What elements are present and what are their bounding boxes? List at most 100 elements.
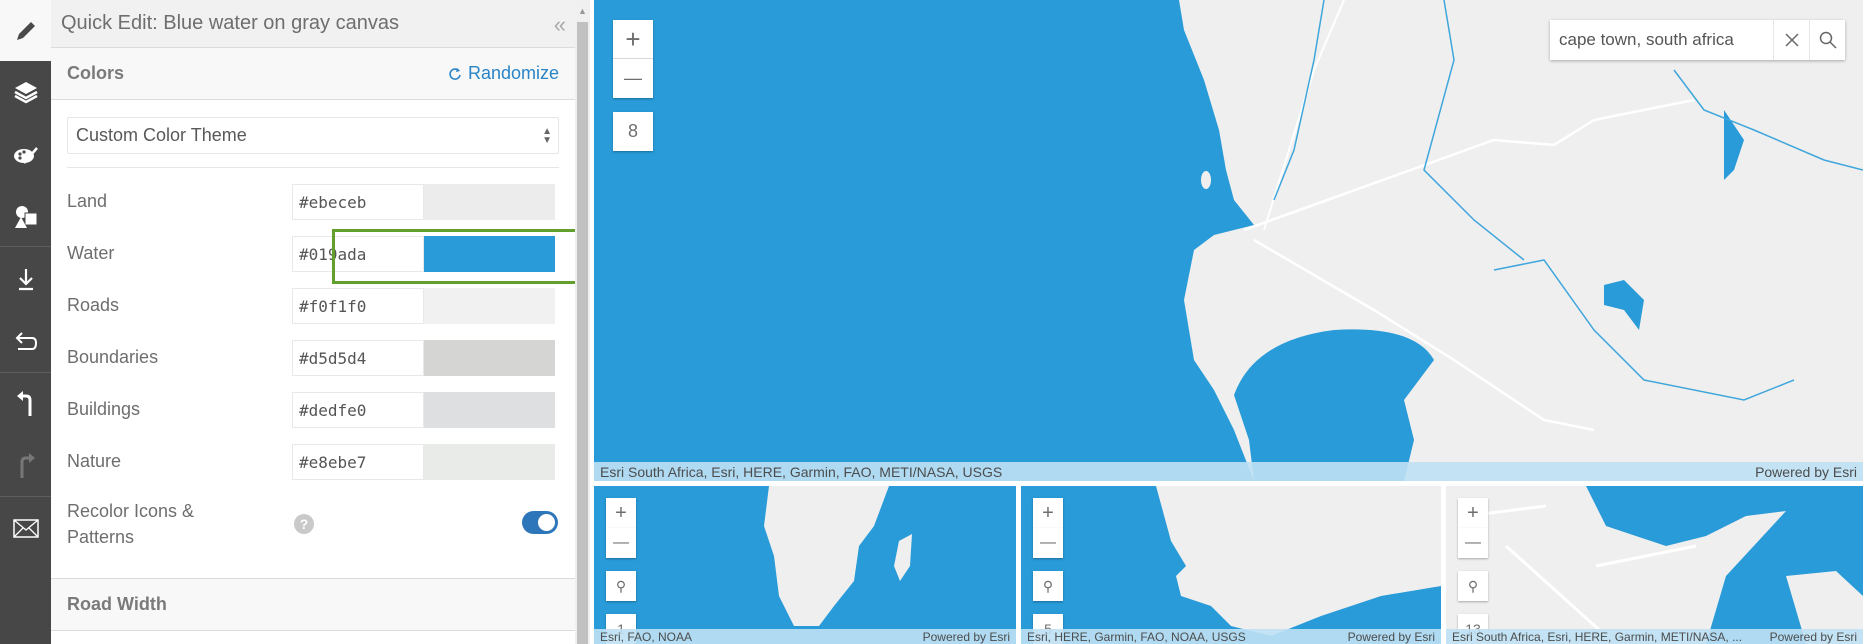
redo-icon xyxy=(20,452,35,478)
color-theme-select[interactable]: Custom Color Theme ▲ ▼ xyxy=(67,117,559,154)
style-tool-button[interactable] xyxy=(0,124,51,185)
clear-search-button[interactable] xyxy=(1773,20,1809,60)
attribution-text: Esri South Africa, Esri, HERE, Garmin, M… xyxy=(1452,629,1743,644)
boundaries-hex-input[interactable]: #d5d5d4 xyxy=(292,340,424,376)
collapse-panel-icon[interactable]: « xyxy=(554,12,566,38)
randomize-button[interactable]: Randomize xyxy=(448,63,559,84)
save-tool-button[interactable] xyxy=(0,248,51,309)
roads-color-swatch[interactable] xyxy=(424,288,555,324)
panel-scrollbar[interactable]: ▲ xyxy=(575,0,590,644)
preview-map-world[interactable]: + — ⚲ 1 Esri, FAO, NOAA Powered by Esri xyxy=(594,486,1016,644)
zoom-out-button[interactable]: — xyxy=(1458,528,1488,558)
attribution-text: Esri, HERE, Garmin, FAO, NOAA, USGS xyxy=(1027,629,1246,644)
preview-map-canvas xyxy=(1446,486,1863,644)
color-row-nature: Nature #e8ebe7 xyxy=(67,442,567,482)
help-icon[interactable]: ? xyxy=(294,514,314,534)
powered-by-esri[interactable]: Powered by Esri xyxy=(1348,630,1435,644)
zoom-out-button[interactable]: — xyxy=(606,528,636,558)
map-attribution: Esri South Africa, Esri, HERE, Garmin, M… xyxy=(1446,629,1863,644)
panel-header: Quick Edit: Blue water on gray canvas « xyxy=(51,0,575,48)
colors-section-label: Colors xyxy=(67,63,125,83)
color-label: Boundaries xyxy=(67,347,159,367)
search-icon xyxy=(1819,31,1837,49)
shapes-tool-button[interactable] xyxy=(0,186,51,247)
scroll-up-arrow-icon[interactable]: ▲ xyxy=(578,6,587,16)
randomize-label: Randomize xyxy=(467,63,559,83)
quick-edit-panel: Quick Edit: Blue water on gray canvas « … xyxy=(51,0,575,644)
land-color-swatch[interactable] xyxy=(424,184,555,220)
nature-hex-input[interactable]: #e8ebe7 xyxy=(292,444,424,480)
zoom-out-button[interactable]: — xyxy=(613,59,653,98)
refresh-icon xyxy=(449,67,461,80)
nature-color-swatch[interactable] xyxy=(424,444,555,480)
water-row-highlight xyxy=(332,229,575,284)
close-icon xyxy=(1784,33,1799,47)
search-icon[interactable]: ⚲ xyxy=(606,571,636,601)
powered-by-esri[interactable]: Powered by Esri xyxy=(1770,630,1857,644)
scrollbar-thumb[interactable] xyxy=(577,22,588,644)
section-divider xyxy=(67,167,559,168)
edit-tool-button[interactable] xyxy=(0,0,51,61)
recolor-label-line1: Recolor Icons & xyxy=(67,501,195,521)
zoom-level-indicator: 8 xyxy=(613,112,653,151)
road-width-label: Road Width xyxy=(67,594,167,614)
search-button[interactable] xyxy=(1809,20,1845,60)
main-map[interactable]: + — 8 Esri South Africa, Esri, HERE, Gar… xyxy=(594,0,1863,481)
preview-map-region[interactable]: + — ⚲ 5 Esri, HERE, Garmin, FAO, NOAA, U… xyxy=(1021,486,1441,644)
search-icon[interactable]: ⚲ xyxy=(1458,571,1488,601)
panel-title: Quick Edit: Blue water on gray canvas xyxy=(61,12,399,34)
zoom-in-button[interactable]: + xyxy=(606,498,636,528)
share-tool-button[interactable] xyxy=(0,497,51,558)
attribution-text: Esri South Africa, Esri, HERE, Garmin, F… xyxy=(600,463,1003,480)
recolor-icons-label: Recolor Icons & Patterns xyxy=(67,498,194,550)
zoom-in-button[interactable]: + xyxy=(613,20,653,59)
main-map-canvas xyxy=(1179,0,1863,481)
zoom-out-button[interactable]: — xyxy=(1033,528,1063,558)
color-label: Buildings xyxy=(67,399,141,419)
color-theme-value: Custom Color Theme xyxy=(76,125,247,145)
powered-by-esri[interactable]: Powered by Esri xyxy=(1755,464,1857,480)
color-row-roads: Roads #f0f1f0 xyxy=(67,286,567,326)
land-hex-input[interactable]: #ebeceb xyxy=(292,184,424,220)
map-attribution: Esri South Africa, Esri, HERE, Garmin, F… xyxy=(594,462,1863,481)
redo-button[interactable] xyxy=(0,435,51,496)
layers-tool-button[interactable] xyxy=(0,61,51,122)
search-input[interactable]: cape town, south africa xyxy=(1550,30,1773,50)
color-row-boundaries: Boundaries #d5d5d4 xyxy=(67,338,567,378)
preview-map-canvas xyxy=(1156,486,1441,636)
powered-by-esri[interactable]: Powered by Esri xyxy=(923,630,1010,644)
zoom-in-button[interactable]: + xyxy=(1033,498,1063,528)
undo-button[interactable] xyxy=(0,373,51,434)
road-width-section-header[interactable]: Road Width xyxy=(51,578,575,631)
color-row-buildings: Buildings #dedfe0 xyxy=(67,390,567,430)
color-label: Nature xyxy=(67,451,122,471)
recolor-label-line2: Patterns xyxy=(67,527,135,547)
return-icon xyxy=(15,331,37,350)
color-label: Roads xyxy=(67,295,120,315)
preview-map-canvas xyxy=(764,486,912,626)
attribution-text: Esri, FAO, NOAA xyxy=(600,629,693,644)
shapes-icon xyxy=(14,205,37,228)
preview-map-city[interactable]: + — ⚲ 13 Esri South Africa, Esri, HERE, … xyxy=(1446,486,1863,644)
buildings-color-swatch[interactable] xyxy=(424,392,555,428)
left-toolbar xyxy=(0,0,51,644)
boundaries-color-swatch[interactable] xyxy=(424,340,555,376)
select-arrows-icon: ▲ ▼ xyxy=(542,126,552,146)
undo-icon xyxy=(16,390,31,416)
color-row-land: Land #ebeceb xyxy=(67,182,567,222)
recolor-icons-toggle[interactable] xyxy=(522,511,558,534)
download-icon xyxy=(18,268,33,290)
buildings-hex-input[interactable]: #dedfe0 xyxy=(292,392,424,428)
colors-section-header: Colors Randomize xyxy=(51,48,575,100)
revert-tool-button[interactable] xyxy=(0,310,51,371)
roads-hex-input[interactable]: #f0f1f0 xyxy=(292,288,424,324)
search-icon[interactable]: ⚲ xyxy=(1033,571,1063,601)
color-label: Land xyxy=(67,191,108,211)
map-attribution: Esri, HERE, Garmin, FAO, NOAA, USGS Powe… xyxy=(1021,629,1441,644)
mail-icon xyxy=(12,518,39,538)
color-label: Water xyxy=(67,243,115,263)
pencil-icon xyxy=(16,21,35,40)
toolbar-divider xyxy=(0,246,51,247)
map-attribution: Esri, FAO, NOAA Powered by Esri xyxy=(594,629,1016,644)
zoom-in-button[interactable]: + xyxy=(1458,498,1488,528)
